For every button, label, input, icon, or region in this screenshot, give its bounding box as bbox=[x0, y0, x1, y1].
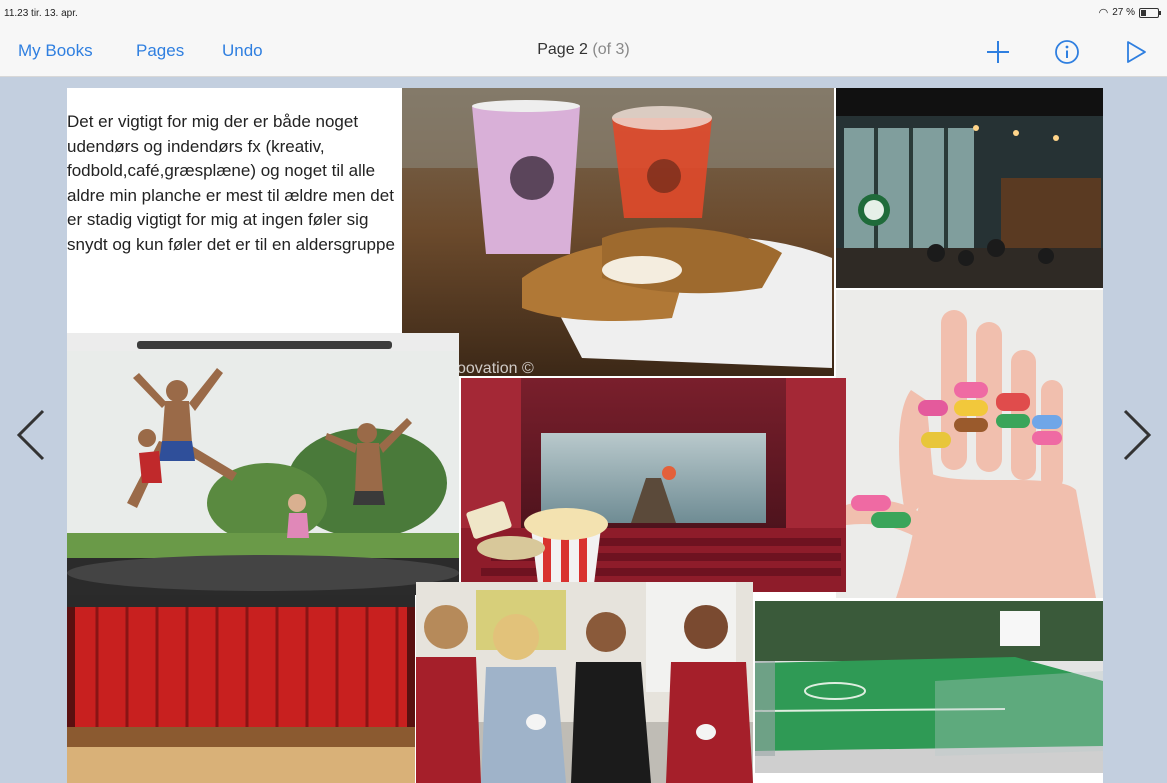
football-field-photo[interactable] bbox=[755, 601, 1103, 773]
battery-percent: 27 % bbox=[1112, 7, 1135, 18]
clay-rings-photo[interactable] bbox=[836, 290, 1103, 598]
status-time: 11.23 tir. 13. apr. bbox=[4, 8, 78, 19]
trampoline-photo[interactable] bbox=[67, 333, 459, 595]
add-icon[interactable] bbox=[982, 36, 1014, 68]
next-page-arrow[interactable] bbox=[1118, 405, 1158, 465]
page-text[interactable]: Det er vigtigt for mig der er både noget… bbox=[67, 110, 399, 257]
battery-icon bbox=[1139, 7, 1161, 18]
cafe-interior-photo[interactable] bbox=[836, 88, 1103, 288]
play-icon[interactable] bbox=[1120, 36, 1152, 68]
info-icon[interactable] bbox=[1051, 36, 1083, 68]
previous-page-arrow[interactable] bbox=[10, 405, 50, 465]
cinema-photo[interactable] bbox=[461, 378, 846, 592]
status-bar: 11.23 tir. 13. apr. ◠ 27 % bbox=[0, 0, 1167, 26]
toolbar: My Books Pages Undo Page 2 (of 3) bbox=[0, 26, 1167, 77]
page-title-sub: (of 3) bbox=[592, 41, 630, 58]
wifi-icon: ◠ bbox=[1098, 7, 1109, 19]
photo-watermark: oovation © bbox=[457, 360, 534, 376]
friends-photo[interactable] bbox=[416, 582, 753, 783]
theatre-stage-photo[interactable] bbox=[67, 595, 415, 783]
page-canvas[interactable]: Det er vigtigt for mig der er både noget… bbox=[67, 88, 1103, 783]
cafe-food-photo[interactable]: oovation © bbox=[402, 88, 834, 376]
page-title-main: Page 2 bbox=[537, 41, 588, 58]
status-right: ◠ 27 % bbox=[1098, 6, 1161, 19]
